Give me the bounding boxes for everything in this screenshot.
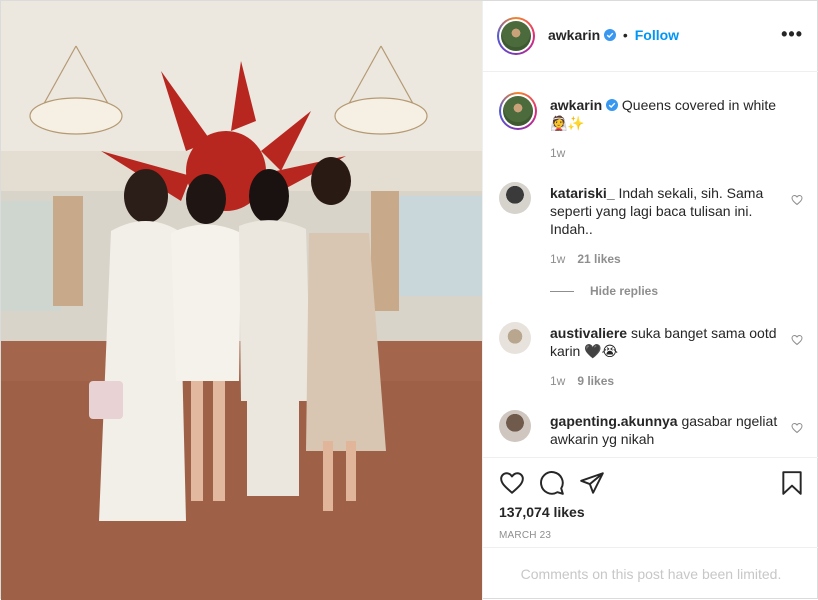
comment-like-heart-icon[interactable] [791,422,803,434]
caption-text: Queens covered in white [621,97,777,113]
post-actions: 137,074 likes MARCH 23 [483,457,818,547]
caption: awkarin Queens covered in white 👰✨ 1w [499,92,803,172]
comment-item: austivaliere suka banget sama ootd karin… [499,322,803,402]
caption-avatar[interactable] [499,92,537,130]
comment-body: katariski_ Indah sekali, sih. Sama seper… [550,184,785,238]
commenter-avatar[interactable] [499,322,531,354]
paper-plane-icon[interactable] [579,470,605,496]
comment-meta: 1w 9 likes [550,374,614,388]
bookmark-icon[interactable] [779,470,805,496]
comment-icon[interactable] [539,470,565,496]
comment-body: austivaliere suka banget sama ootd karin… [550,324,785,360]
post-side-panel: awkarin • Follow ••• awkarin Queens cove… [482,1,818,600]
commenter-avatar[interactable] [499,410,531,442]
caption-emoji: 👰✨ [550,115,585,131]
commenter-avatar[interactable] [499,182,531,214]
comment-like-heart-icon[interactable] [791,334,803,346]
verified-badge-icon [604,29,617,41]
caption-username[interactable]: awkarin [550,97,602,113]
comment-body: gapenting.akunnya gasabar ngeliat awkari… [550,412,785,448]
hide-replies-button[interactable]: Hide replies [550,284,658,298]
author-avatar[interactable] [497,17,535,55]
post-photo[interactable] [1,1,482,600]
caption-time: 1w [550,146,566,160]
comments-list[interactable]: awkarin Queens covered in white 👰✨ 1w ka… [483,72,818,457]
comment-item: gapenting.akunnya gasabar ngeliat awkari… [499,410,803,457]
post-date[interactable]: MARCH 23 [499,530,551,541]
comment-likes[interactable]: 21 likes [577,252,620,266]
author-line: awkarin • Follow [548,27,679,43]
instagram-post: awkarin • Follow ••• awkarin Queens cove… [0,0,818,600]
comment-item: katariski_ Indah sekali, sih. Sama seper… [499,182,803,292]
comment-likes[interactable]: 9 likes [577,374,614,388]
follow-button[interactable]: Follow [635,27,679,43]
hide-replies-label: Hide replies [590,284,659,298]
heart-icon[interactable] [499,470,525,496]
hide-replies-line [550,291,574,293]
likes-count[interactable]: 137,074 likes [499,504,585,520]
post-header: awkarin • Follow ••• [483,1,818,72]
header-separator: • [622,27,628,43]
comment-like-heart-icon[interactable] [791,194,803,206]
caption-body: awkarin Queens covered in white 👰✨ [550,96,785,132]
author-username[interactable]: awkarin [548,27,600,43]
comment-time: 1w [550,374,566,388]
comment-time: 1w [550,252,566,266]
comment-meta: 1w 21 likes [550,252,621,266]
comments-limited-notice: Comments on this post have been limited. [483,547,818,600]
comment-username[interactable]: gapenting.akunnya [550,413,678,429]
comment-username[interactable]: austivaliere [550,325,627,341]
comment-username[interactable]: katariski_ [550,185,615,201]
photo-illustration [1,1,482,600]
verified-badge-icon [606,99,619,111]
more-options-icon[interactable]: ••• [781,25,803,43]
